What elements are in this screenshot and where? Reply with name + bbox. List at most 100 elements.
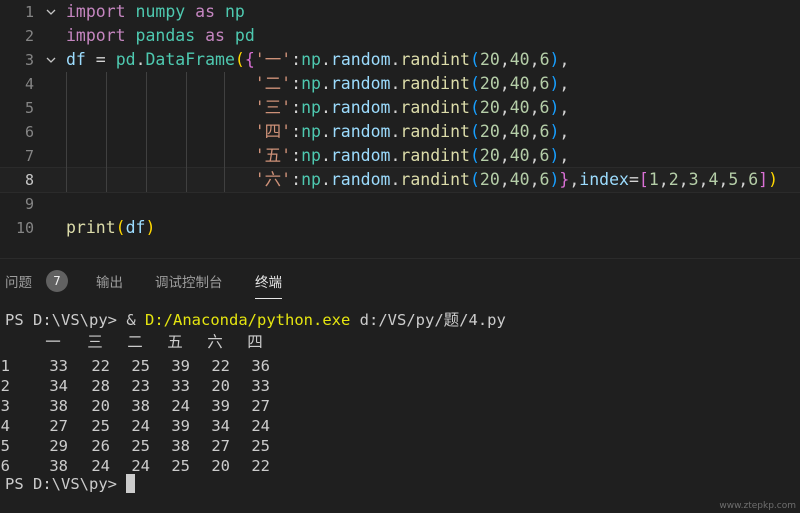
column-header: 三: [87, 333, 103, 351]
terminal[interactable]: PS D:\VS\py> & D:/Anaconda/python.exe d:…: [0, 306, 800, 513]
code-token: 1: [648, 170, 659, 189]
panel-tab-bar: 问题 输出 调试控制台 终端: [0, 262, 800, 302]
code-token: :: [291, 98, 302, 117]
code-token: 6: [539, 170, 550, 189]
code-token: 5: [728, 170, 739, 189]
code-token: random: [330, 74, 391, 93]
tab-problems[interactable]: 问题: [5, 271, 32, 295]
code-token: .: [135, 50, 146, 69]
command-ampersand: &: [126, 311, 136, 329]
code-token: ,: [499, 98, 510, 117]
code-line-9[interactable]: 9: [0, 192, 800, 216]
code-token: .: [320, 146, 331, 165]
code-line-10[interactable]: 10 print(df): [0, 216, 800, 240]
code-token: ,: [569, 170, 580, 189]
code-token: ,: [529, 74, 540, 93]
terminal-command-line: PS D:\VS\py> & D:/Anaconda/python.exe d:…: [5, 308, 506, 332]
code-text: '四':np.random.randint(20,40,6),: [66, 120, 570, 144]
code-token: index: [579, 170, 629, 189]
terminal-prompt: PS D:\VS\py>: [5, 311, 117, 329]
code-token: {: [244, 50, 255, 69]
code-token: ): [549, 98, 560, 117]
chevron-down-icon[interactable]: [44, 0, 58, 24]
code-token: :: [291, 74, 302, 93]
tab-debug-console[interactable]: 调试控制台: [155, 271, 223, 295]
code-token: ): [549, 170, 560, 189]
code-token: np: [301, 50, 321, 69]
code-token: .: [390, 74, 401, 93]
code-token: ,: [499, 170, 510, 189]
code-token: as: [195, 2, 216, 21]
code-line-4[interactable]: 4 '二':np.random.randint(20,40,6),: [0, 72, 800, 96]
indent-guide: [146, 72, 147, 192]
code-line-2[interactable]: 2 import pandas as pd: [0, 24, 800, 48]
code-token: ,: [499, 74, 510, 93]
code-token: pd: [234, 26, 255, 45]
code-text: '三':np.random.randint(20,40,6),: [66, 96, 570, 120]
code-token: ,: [529, 50, 540, 69]
code-token: 6: [539, 146, 550, 165]
code-token: '三': [254, 98, 292, 117]
code-token: ,: [738, 170, 749, 189]
code-token: 6: [539, 98, 550, 117]
code-token: randint: [400, 74, 470, 93]
code-token: ,: [529, 146, 540, 165]
code-token: 20: [479, 50, 500, 69]
code-token: numpy: [135, 2, 186, 21]
code-token: ): [549, 146, 560, 165]
code-token: 2: [668, 170, 679, 189]
code-token: DataFrame: [145, 50, 235, 69]
line-number: 8: [24, 171, 34, 189]
code-line-6[interactable]: 6 '四':np.random.randint(20,40,6),: [0, 120, 800, 144]
code-line-8[interactable]: 8 '六':np.random.randint(20,40,6)},index=…: [0, 167, 800, 193]
code-token: (: [469, 146, 480, 165]
code-token: df: [125, 218, 146, 237]
code-token: .: [320, 170, 331, 189]
code-token: randint: [400, 98, 470, 117]
code-token: 40: [509, 170, 530, 189]
code-token: ,: [529, 98, 540, 117]
code-text: import pandas as pd: [66, 24, 255, 48]
code-token: np: [301, 146, 321, 165]
code-line-7[interactable]: 7 '五':np.random.randint(20,40,6),: [0, 144, 800, 168]
code-line-1[interactable]: 1 import numpy as np: [0, 0, 800, 24]
code-token: ): [549, 74, 560, 93]
code-token: 40: [509, 122, 530, 141]
code-token: 20: [479, 146, 500, 165]
chevron-down-icon[interactable]: [44, 48, 58, 72]
code-token: (: [470, 50, 480, 69]
code-token: pandas: [135, 26, 196, 45]
code-token: np: [224, 2, 245, 21]
code-line-3[interactable]: 3 df = pd.DataFrame({'一':np.random.randin…: [0, 48, 800, 72]
code-text: '五':np.random.randint(20,40,6),: [66, 144, 570, 168]
code-editor[interactable]: 1 import numpy as np 2 import pandas as pd 3…: [0, 0, 800, 256]
code-token: np: [301, 122, 321, 141]
code-token: ,: [698, 170, 709, 189]
code-token: ,: [499, 50, 510, 69]
panel-divider: [0, 258, 800, 259]
code-token: 6: [539, 122, 550, 141]
code-token: ]: [758, 170, 769, 189]
terminal-final-line: PS D:\VS\py>: [5, 472, 136, 496]
column-header: 一: [45, 333, 61, 351]
code-token: random: [330, 146, 391, 165]
code-token: (: [234, 50, 245, 69]
code-token: random: [330, 122, 391, 141]
code-token: randint: [400, 50, 470, 69]
code-token: =: [85, 50, 116, 69]
code-line-5[interactable]: 5 '三':np.random.randint(20,40,6),: [0, 96, 800, 120]
code-token: .: [320, 50, 331, 69]
terminal-prompt-final: PS D:\VS\py>: [5, 475, 117, 493]
code-token: random: [330, 50, 391, 69]
row-cell: 20: [211, 457, 230, 475]
tab-output[interactable]: 输出: [96, 271, 123, 295]
code-token: 20: [479, 170, 500, 189]
tab-terminal[interactable]: 终端: [255, 271, 282, 299]
